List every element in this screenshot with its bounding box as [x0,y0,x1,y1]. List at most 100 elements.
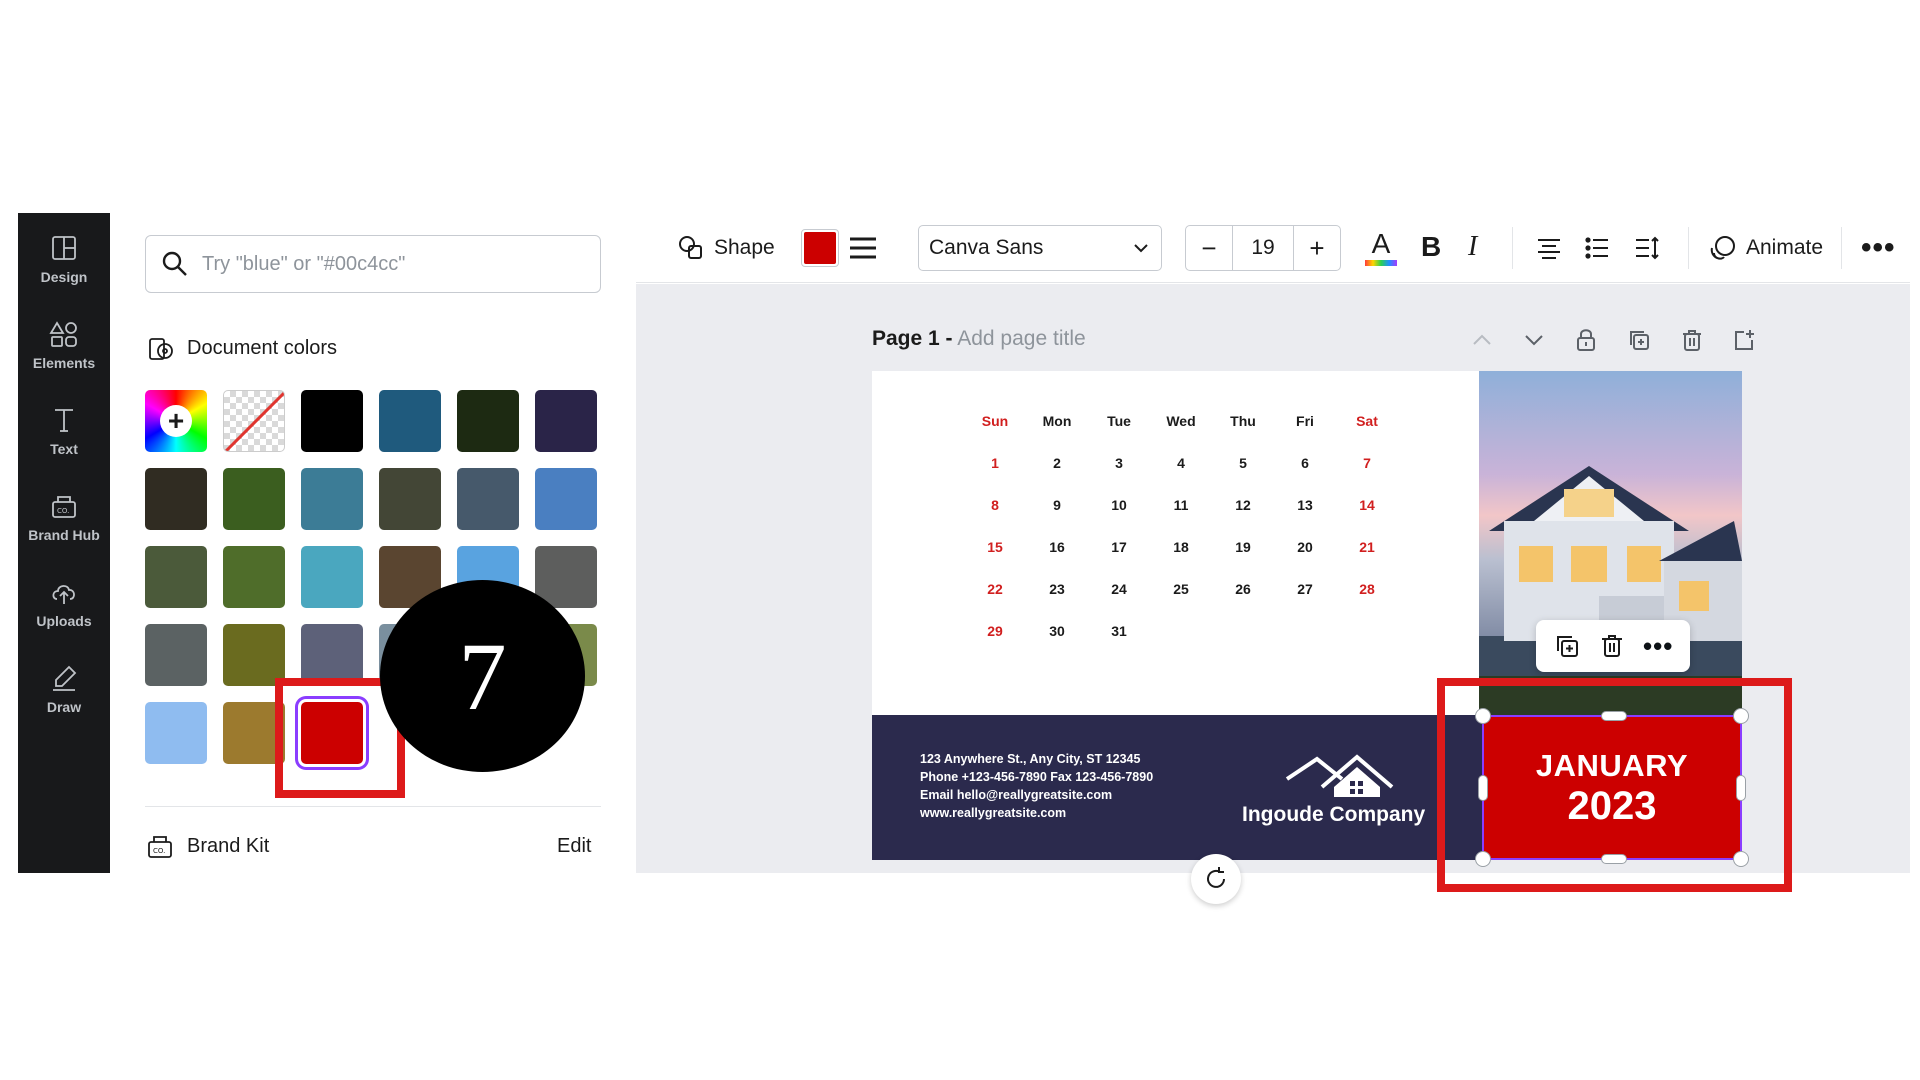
rail-label-elements: Elements [32,355,96,371]
toolbar-divider [1688,227,1689,269]
page-up-button[interactable] [1466,324,1498,356]
rail-label-draw: Draw [46,699,82,715]
color-swatch[interactable] [223,468,285,530]
font-size-value[interactable]: 19 [1232,226,1294,270]
spacing-button[interactable] [1632,233,1662,263]
add-color-button[interactable]: + [145,390,207,452]
brand-icon: CO. [52,496,76,518]
color-swatch[interactable] [457,390,519,452]
color-swatch[interactable] [145,624,207,686]
rail-item-draw[interactable]: Draw [18,643,110,735]
calendar-day: 15 [987,539,1003,555]
calendar-day: 19 [1235,539,1251,555]
calendar-day: 30 [1049,623,1065,639]
animate-icon [1710,236,1735,260]
font-family-dropdown[interactable]: Canva Sans [918,225,1162,271]
delete-page-button[interactable] [1676,324,1708,356]
color-swatch[interactable] [301,468,363,530]
animate-label: Animate [1746,236,1824,259]
add-page-button[interactable] [1728,324,1760,356]
align-button[interactable] [1534,233,1564,263]
weekday-header: Tue [1107,413,1131,429]
pen-icon [53,665,77,691]
calendar-day: 26 [1235,581,1251,597]
calendar-day: 11 [1173,497,1189,513]
contact-phone: Phone +123-456-7890 Fax 123-456-7890 [920,770,1154,784]
rail-item-uploads[interactable]: Uploads [18,557,110,649]
calendar-day: 1 [991,455,999,471]
color-swatch[interactable] [223,546,285,608]
color-swatch[interactable] [145,546,207,608]
transparent-swatch[interactable] [223,390,285,452]
calendar-day: 22 [987,581,1003,597]
calendar-day: 17 [1111,539,1127,555]
step-number-badge: 7 [380,580,585,772]
rail-item-design[interactable]: Design [18,213,110,305]
border-style-button[interactable] [848,235,878,261]
font-size-decrease-button[interactable]: − [1186,226,1232,270]
border-lines-icon [850,237,876,259]
text-color-button[interactable]: A [1363,227,1399,269]
lock-page-button[interactable] [1570,324,1602,356]
svg-text:CO.: CO. [153,847,165,855]
font-family-value: Canva Sans [929,236,1044,259]
color-swatch[interactable] [301,546,363,608]
color-swatch[interactable] [301,624,363,686]
fill-color-swatch [804,232,836,264]
page-number-label: Page 1 - [872,327,953,350]
chevron-down-icon [1134,244,1148,253]
page-title-input[interactable]: Add page title [957,327,1085,350]
color-swatch[interactable] [379,390,441,452]
rail-item-elements[interactable]: Elements [18,299,110,391]
calendar-day: 3 [1115,455,1123,471]
more-icon[interactable]: ••• [1643,631,1673,662]
weekday-header: Sat [1356,413,1378,429]
rail-label-brand-hub: Brand Hub [28,527,100,543]
rail-item-brand-hub[interactable]: CO. Brand Hub [18,471,110,563]
page-down-button[interactable] [1518,324,1550,356]
list-button[interactable] [1582,233,1612,263]
bold-button[interactable]: B [1421,231,1441,263]
text-icon [55,409,73,432]
color-swatch[interactable] [223,624,285,686]
rotate-button[interactable] [1191,854,1241,904]
shapes-icon [49,321,77,347]
bullet-list-icon [1585,237,1608,259]
duplicate-page-button[interactable] [1623,324,1655,356]
color-swatch[interactable] [145,468,207,530]
cloud-upload-icon [52,585,75,604]
trash-icon[interactable] [1598,632,1626,660]
more-options-button[interactable]: ••• [1861,231,1896,265]
color-swatch[interactable] [301,390,363,452]
chevron-down-icon [1525,335,1543,346]
svg-text:CO.: CO. [57,507,69,515]
duplicate-icon[interactable] [1553,632,1581,660]
color-swatch[interactable] [457,468,519,530]
color-swatch[interactable] [535,468,597,530]
calendar-day: 7 [1363,455,1371,471]
toolbar-divider [1841,227,1842,269]
lock-icon [1577,329,1595,351]
shape-button[interactable]: Shape [676,233,775,263]
color-search-box[interactable] [145,235,601,293]
fill-color-button[interactable] [801,229,839,267]
weekday-header: Thu [1230,413,1256,429]
calendar-day: 28 [1359,581,1375,597]
text-color-glyph: A [1371,228,1391,259]
color-search-input[interactable] [202,252,582,276]
rail-item-text[interactable]: Text [18,385,110,477]
calendar-day: 9 [1053,497,1061,513]
calendar-day: 10 [1111,497,1127,513]
color-swatch[interactable] [379,468,441,530]
calendar-day: 27 [1297,581,1313,597]
rail-label-uploads: Uploads [36,613,92,629]
color-swatch[interactable] [535,390,597,452]
duplicate-icon [1630,331,1649,350]
italic-button[interactable]: I [1468,231,1477,263]
rail-label-design: Design [40,269,88,285]
font-size-increase-button[interactable]: + [1294,226,1340,270]
brand-kit-edit-link[interactable]: Edit [557,835,591,858]
element-context-menu: ••• [1536,620,1690,672]
color-swatch[interactable] [145,702,207,764]
animate-button[interactable]: Animate [1708,233,1823,263]
